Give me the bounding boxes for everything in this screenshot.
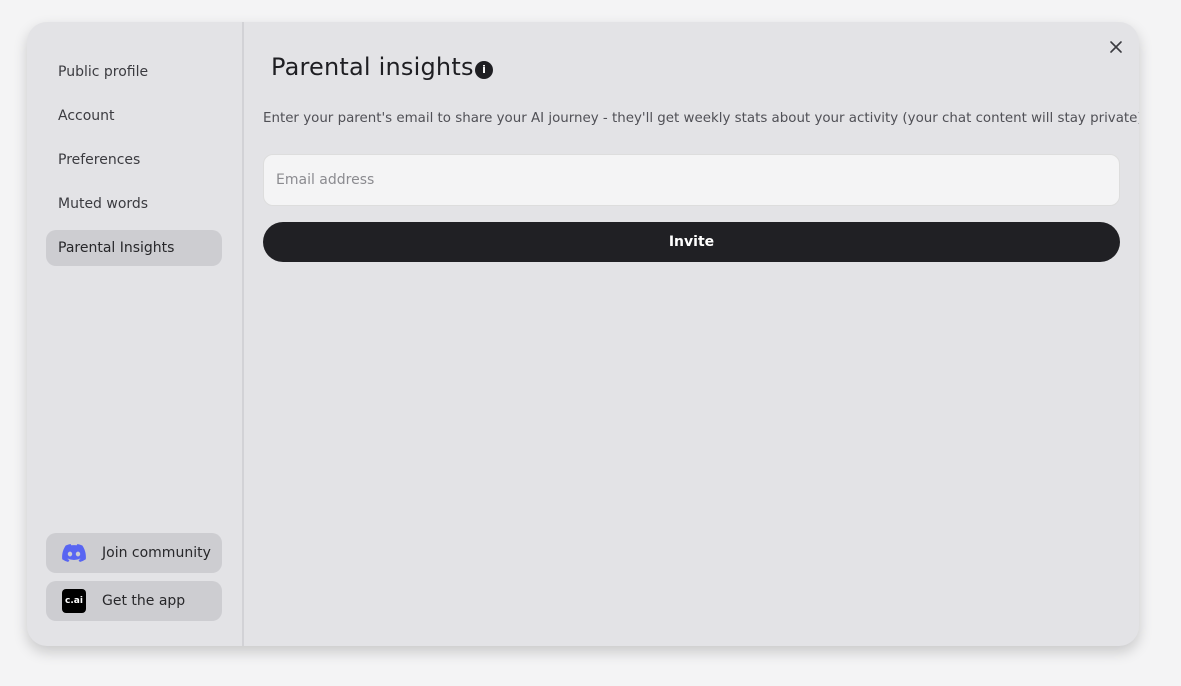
discord-icon <box>62 541 86 565</box>
page-title: Parental insights <box>271 53 474 81</box>
settings-sidebar: Public profile Account Preferences Muted… <box>27 22 244 646</box>
settings-modal: Public profile Account Preferences Muted… <box>27 22 1139 646</box>
join-community-button[interactable]: Join community <box>46 533 222 573</box>
get-the-app-button[interactable]: c.ai Get the app <box>46 581 222 621</box>
sidebar-item-account[interactable]: Account <box>46 98 222 134</box>
app-icon-text: c.ai <box>62 589 86 613</box>
description-text: Enter your parent's email to share your … <box>263 111 1139 126</box>
app-icon: c.ai <box>62 589 86 613</box>
get-the-app-label: Get the app <box>102 593 186 609</box>
close-icon[interactable] <box>1106 37 1126 57</box>
email-field[interactable] <box>263 154 1120 206</box>
join-community-label: Join community <box>102 545 211 561</box>
sidebar-item-public-profile[interactable]: Public profile <box>46 54 222 90</box>
invite-button[interactable]: Invite <box>263 222 1120 262</box>
sidebar-item-preferences[interactable]: Preferences <box>46 142 222 178</box>
info-icon[interactable]: i <box>475 61 493 79</box>
sidebar-item-parental-insights[interactable]: Parental Insights <box>46 230 222 266</box>
sidebar-item-muted-words[interactable]: Muted words <box>46 186 222 222</box>
